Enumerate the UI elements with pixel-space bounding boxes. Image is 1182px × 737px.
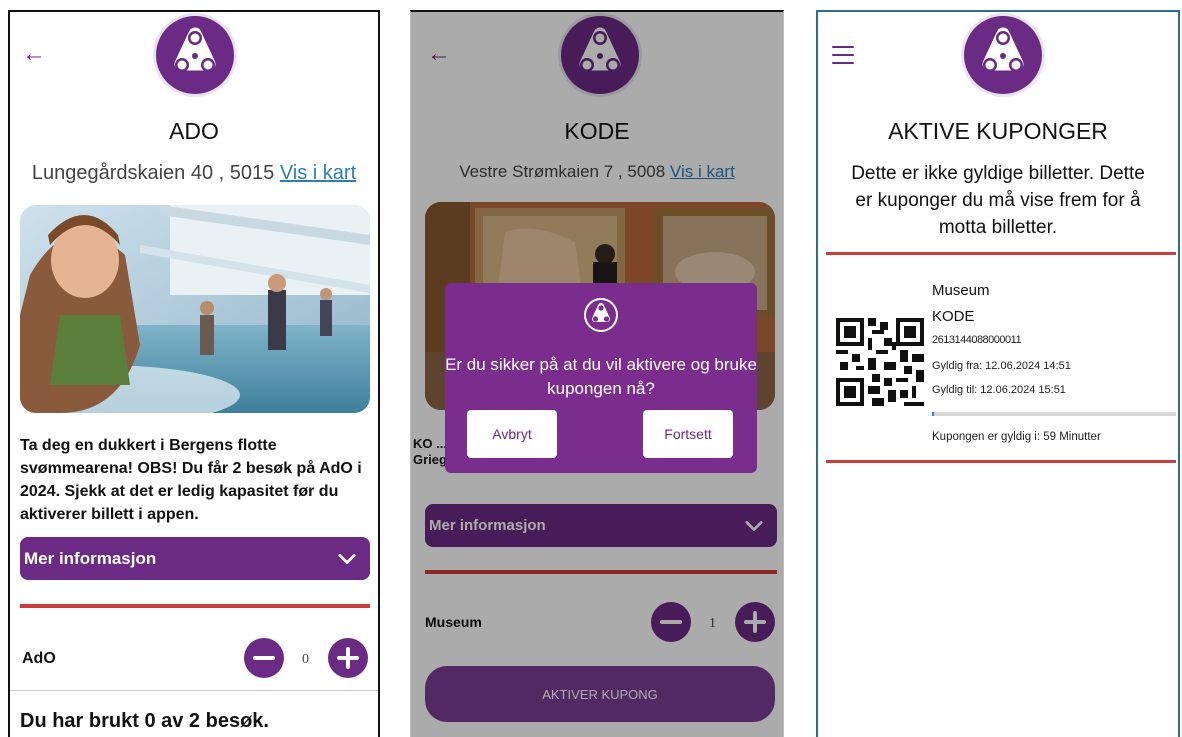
valid-from: Gyldig fra: 12.06.2024 14:51 [932, 360, 1071, 372]
ticket-item-label: AdO [22, 650, 56, 667]
validity-progress-bar [932, 412, 1176, 416]
usage-status: Du har brukt 0 av 2 besøk. [20, 710, 269, 732]
cancel-button[interactable]: Avbryt [467, 410, 557, 458]
continue-button[interactable]: Fortsett [643, 410, 733, 458]
more-info-label: Mer informasjon [24, 548, 157, 568]
ado-screen: ← ADO Lungegårdskaien 40 , 5015 Vis i ka… [8, 10, 380, 737]
validity-countdown: Kupongen er gyldig i: 59 Minutter [932, 431, 1101, 443]
app-logo [156, 16, 234, 94]
address-text: Lungegårdskaien 40 , 5015 [31, 162, 275, 184]
coupon-disclaimer: Dette er ikke gyldige billetter. Dette e… [851, 163, 1145, 238]
coupon-category: Museum [932, 282, 990, 299]
back-arrow-icon[interactable]: ← [22, 42, 46, 66]
page-title: ADO [169, 118, 219, 144]
ticket-count: 0 [302, 652, 309, 667]
active-coupons-screen: AKTIVE KUPONGER Dette er ikke gyldige bi… [816, 10, 1180, 737]
validity-progress-fill [932, 412, 935, 416]
divider [826, 460, 1176, 463]
hamburger-menu-icon[interactable] [832, 46, 854, 70]
valid-to: Gyldig til: 12.06.2024 15:51 [932, 384, 1066, 396]
more-info-accordion[interactable]: Mer informasjon [20, 537, 370, 580]
divider [20, 604, 370, 608]
venue-photo [20, 205, 370, 413]
kode-screen: ← KODE Vestre Strømkaien 7 , 5008 Vis i … [410, 10, 784, 737]
page-title: AKTIVE KUPONGER [888, 118, 1108, 144]
app-logo [964, 16, 1042, 94]
confirm-dialog: Er du sikker på at du vil aktivere og br… [445, 283, 757, 473]
qr-code [836, 318, 924, 406]
dialog-message: Er du sikker på at du vil aktivere og br… [445, 355, 757, 398]
increment-button[interactable] [328, 638, 368, 678]
venue-description: Ta deg en dukkert i Bergens flotte svømm… [20, 437, 362, 523]
divider [826, 252, 1176, 255]
address: Lungegårdskaien 40 , 5015 Vis i kart [10, 162, 378, 185]
coupon-code: 2613144088000011 [932, 334, 1022, 346]
decrement-button[interactable] [244, 638, 284, 678]
chevron-down-icon [338, 553, 356, 565]
divider-thin [10, 690, 378, 691]
coupon-venue: KODE [932, 308, 975, 325]
app-logo-icon [583, 297, 619, 333]
map-link[interactable]: Vis i kart [280, 162, 356, 184]
